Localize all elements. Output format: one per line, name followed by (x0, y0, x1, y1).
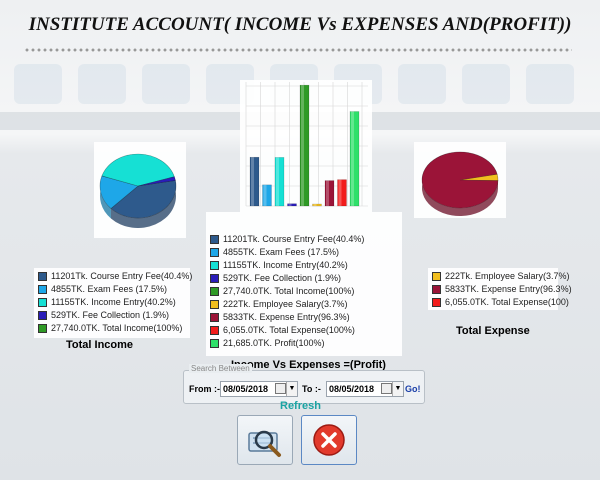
legend-text: 11155TK. Income Entry(40.2%) (51, 297, 176, 307)
center-legend-item: 4855TK. Exam Fees (17.5%) (210, 246, 364, 259)
bar-highlight (301, 85, 304, 206)
income-pie-chart (99, 153, 177, 228)
center-legend: 11201Tk. Course Entry Fee(40.4%) 4855TK. … (210, 233, 364, 350)
center-legend-item: 5833TK. Expense Entry(96.3%) (210, 311, 364, 324)
income-legend-item: 4855TK. Exam Fees (17.5%) (38, 283, 192, 296)
search-between-legend: Search Between (189, 364, 252, 373)
legend-swatch (210, 235, 219, 244)
legend-swatch (38, 272, 47, 281)
legend-text: 11201Tk. Course Entry Fee(40.4%) (51, 271, 193, 281)
dotted-divider (24, 48, 572, 52)
close-icon (313, 424, 345, 456)
calendar-icon (381, 383, 392, 394)
center-legend-item: 27,740.0TK. Total Income(100%) (210, 285, 364, 298)
legend-text: 6,055.0TK. Total Expense(100%) (223, 325, 355, 335)
bar-highlight (263, 184, 267, 206)
legend-swatch (210, 287, 219, 296)
legend-text: 5833TK. Expense Entry(96.3%) (445, 284, 572, 294)
refresh-button[interactable] (237, 415, 293, 465)
legend-text: 4855TK. Exam Fees (17.5%) (51, 284, 168, 294)
legend-swatch (38, 311, 47, 320)
bar-highlight (288, 203, 292, 206)
calendar-icon (275, 383, 286, 394)
income-legend-item: 27,740.0TK. Total Income(100%) (38, 322, 192, 335)
center-legend-item: 6,055.0TK. Total Expense(100%) (210, 324, 364, 337)
bar-highlight (276, 157, 279, 206)
legend-text: 27,740.0TK. Total Income(100%) (223, 286, 355, 296)
income-legend-item: 529TK. Fee Collection (1.9%) (38, 309, 192, 322)
center-legend-item: 11201Tk. Course Entry Fee(40.4%) (210, 233, 364, 246)
chevron-down-icon[interactable]: ▼ (286, 382, 297, 396)
center-legend-item: 11155TK. Income Entry(40.2%) (210, 259, 364, 272)
expense-legend-item: 6,055.0TK. Total Expense(100) (432, 296, 572, 309)
legend-text: 21,685.0TK. Profit(100%) (223, 338, 325, 348)
legend-swatch (210, 313, 219, 322)
legend-swatch (210, 274, 219, 283)
legend-swatch (210, 248, 219, 257)
center-legend-item: 21,685.0TK. Profit(100%) (210, 337, 364, 350)
refresh-label: Refresh (280, 400, 321, 412)
legend-swatch (38, 324, 47, 333)
legend-text: 6,055.0TK. Total Expense(100) (445, 297, 569, 307)
income-legend-item: 11201Tk. Course Entry Fee(40.4%) (38, 270, 192, 283)
bar-highlight (326, 180, 329, 206)
legend-text: 222Tk. Employee Salary(3.7%) (445, 271, 570, 281)
from-date-picker[interactable]: 08/05/2018 ▼ (220, 381, 298, 397)
legend-swatch (38, 285, 47, 294)
center-legend-item: 529TK. Fee Collection (1.9%) (210, 272, 364, 285)
legend-text: 529TK. Fee Collection (1.9%) (223, 273, 342, 283)
legend-text: 27,740.0TK. Total Income(100%) (51, 323, 183, 333)
expense-legend-item: 5833TK. Expense Entry(96.3%) (432, 283, 572, 296)
income-expense-bar-chart (245, 82, 368, 207)
expense-pie-chart (421, 151, 499, 216)
income-title: Total Income (66, 339, 134, 351)
legend-text: 529TK. Fee Collection (1.9%) (51, 310, 170, 320)
legend-swatch (432, 298, 441, 307)
center-legend-item: 222Tk. Employee Salary(3.7%) (210, 298, 364, 311)
legend-swatch (210, 300, 219, 309)
legend-swatch (432, 272, 441, 281)
legend-text: 11201Tk. Course Entry Fee(40.4%) (223, 234, 365, 244)
legend-swatch (210, 326, 219, 335)
legend-swatch (38, 298, 47, 307)
go-button[interactable]: Go! (405, 384, 421, 394)
bar-highlight (338, 179, 342, 206)
magnifier-icon (248, 430, 281, 457)
to-date-picker[interactable]: 08/05/2018 ▼ (326, 381, 404, 397)
legend-text: 222Tk. Employee Salary(3.7%) (223, 299, 348, 309)
to-label: To :- (302, 384, 321, 394)
legend-text: 4855TK. Exam Fees (17.5%) (223, 247, 340, 257)
from-label: From :- (189, 384, 220, 394)
to-date-value: 08/05/2018 (329, 384, 375, 394)
page-title: INSTITUTE ACCOUNT( INCOME Vs EXPENSES AN… (28, 14, 572, 35)
chevron-down-icon[interactable]: ▼ (392, 382, 403, 396)
income-legend-item: 11155TK. Income Entry(40.2%) (38, 296, 192, 309)
bar-highlight (251, 157, 254, 206)
expense-legend-item: 222Tk. Employee Salary(3.7%) (432, 270, 572, 283)
from-date-value: 08/05/2018 (223, 384, 269, 394)
legend-swatch (210, 339, 219, 348)
bar-highlight (351, 111, 354, 206)
expense-legend: 222Tk. Employee Salary(3.7%) 5833TK. Expe… (432, 270, 572, 309)
close-button[interactable] (301, 415, 357, 465)
income-legend: 11201Tk. Course Entry Fee(40.4%) 4855TK. … (38, 270, 192, 335)
legend-swatch (432, 285, 441, 294)
legend-swatch (210, 261, 219, 270)
expense-title: Total Expense (456, 325, 530, 337)
legend-text: 11155TK. Income Entry(40.2%) (223, 260, 348, 270)
bar-highlight (313, 204, 317, 206)
legend-text: 5833TK. Expense Entry(96.3%) (223, 312, 350, 322)
